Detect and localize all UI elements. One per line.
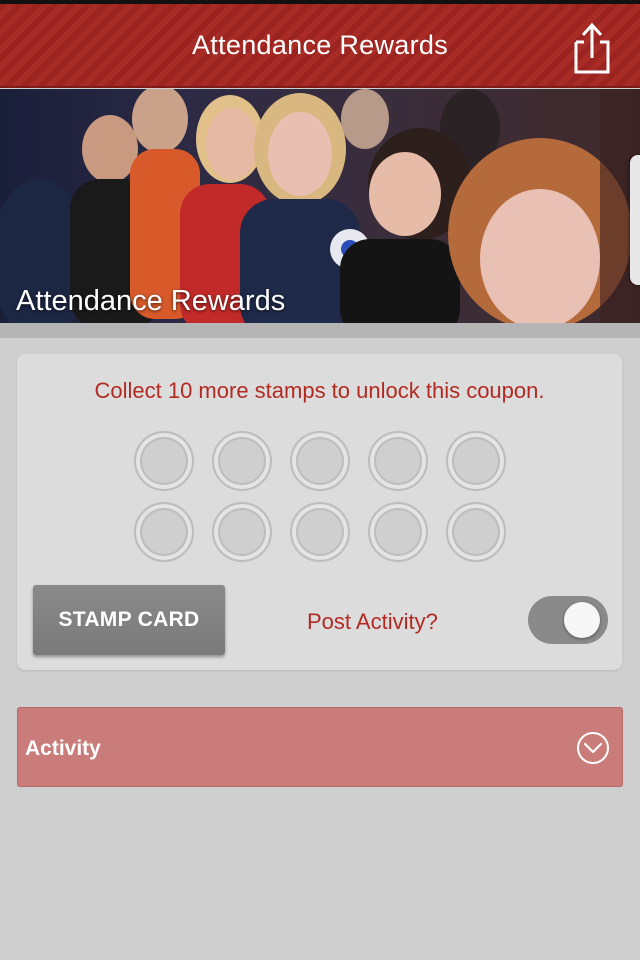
header-title: Attendance Rewards: [191, 30, 449, 60]
activity-label: Activity: [25, 737, 101, 760]
post-activity-toggle[interactable]: [528, 596, 608, 644]
side-pull-tab[interactable]: [630, 155, 640, 285]
chevron-down-circle-icon[interactable]: [576, 731, 610, 765]
stamp-grid: [134, 431, 509, 563]
stamp-slot: [134, 431, 194, 491]
stamp-slot: [290, 502, 350, 562]
hero-title: Attendance Rewards: [16, 285, 286, 317]
stamp-slot: [290, 431, 350, 491]
unlock-message: Collect 10 more stamps to unlock this co…: [94, 378, 545, 403]
stamp-slot: [212, 502, 272, 562]
hero-image: Attendance Rewards: [0, 89, 640, 323]
toggle-knob: [564, 602, 600, 638]
stamp-slot: [368, 502, 428, 562]
activity-section-header[interactable]: Activity: [17, 707, 623, 787]
app-header: Attendance Rewards: [0, 4, 640, 88]
stamp-card-panel: Collect 10 more stamps to unlock this co…: [17, 354, 622, 670]
stamp-slot: [134, 502, 194, 562]
stamp-slot: [368, 431, 428, 491]
stamp-slot: [446, 431, 506, 491]
stamp-slot: [446, 502, 506, 562]
hero-divider: [0, 323, 640, 338]
share-icon[interactable]: [572, 22, 612, 78]
stamp-slot: [212, 431, 272, 491]
post-activity-label: Post Activity?: [307, 609, 438, 634]
stamp-card-button[interactable]: STAMP CARD: [33, 585, 225, 655]
